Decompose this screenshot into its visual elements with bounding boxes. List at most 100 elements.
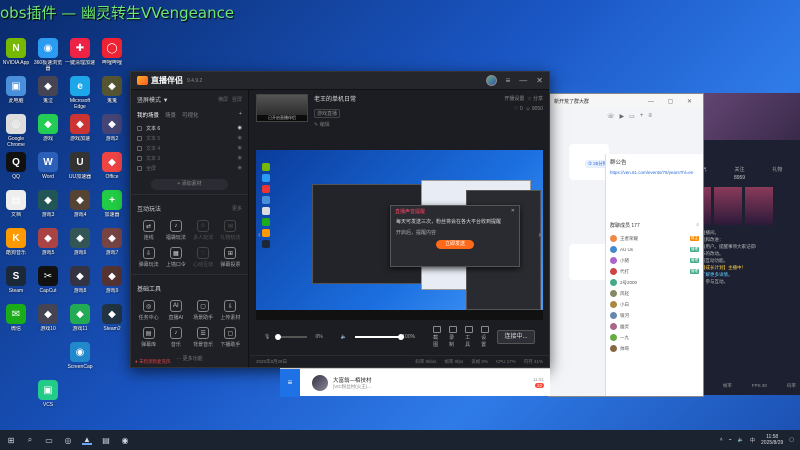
clock[interactable]: 11:58 2025/8/29 [761, 434, 783, 446]
send-now-button[interactable]: 立即发送 [436, 240, 474, 249]
popup-link[interactable]: 开启后，提醒内容 [391, 229, 519, 236]
desktop-icon[interactable]: ◉ ScreenCap [64, 342, 96, 376]
control-button[interactable]: 截图 [433, 326, 442, 348]
speaker-volume-slider[interactable] [354, 334, 404, 340]
eye-icon[interactable]: ◉ [238, 125, 242, 131]
close-icon[interactable]: ✕ [511, 208, 515, 214]
add-member-icon[interactable]: + [640, 113, 644, 119]
member-row[interactable]: 代打 管理 [606, 266, 703, 277]
gift-thumb[interactable] [714, 187, 742, 225]
notification-icon[interactable]: ▢ [789, 437, 794, 443]
chevron-up-icon[interactable]: ˄ [720, 437, 723, 443]
search-icon[interactable]: ⌕ [696, 222, 699, 229]
task-view-icon[interactable]: ▭ [44, 435, 54, 445]
desktop-icon[interactable]: ◆ 游戏4 [64, 190, 96, 224]
scene-item[interactable]: 文本 4 ◉ [137, 143, 242, 153]
room-cover[interactable]: 已开启直播伴侣 [256, 94, 308, 122]
checkbox[interactable] [137, 145, 142, 151]
input-language[interactable]: 中 [750, 437, 755, 444]
scene-item[interactable]: 文本 3 ◉ [137, 153, 242, 163]
mode-tag-portrait[interactable]: 竖屏 [232, 96, 242, 103]
windows-start-icon[interactable]: ⊞ [6, 435, 16, 445]
tool-button[interactable]: ♡ 心动互动 [190, 247, 217, 268]
tool-button[interactable]: ▤ 弹幕库 [135, 327, 162, 348]
desktop-icon[interactable]: Q QQ [0, 152, 32, 186]
member-row[interactable]: 幽灵 [606, 321, 703, 332]
tool-button[interactable]: ⇩ 弹幕玩法 [135, 247, 162, 268]
member-row[interactable]: 帅哥 [606, 343, 703, 354]
message-notification[interactable]: ≡ 大富翁—栢技村 [VIC粉丝村(火王)... 11:51 22 [280, 368, 550, 397]
checkbox[interactable] [137, 165, 142, 171]
desktop-icon[interactable]: ✉ 微信 [0, 304, 32, 338]
desktop-icon[interactable]: ◉ 360极速浏览器 [32, 38, 64, 72]
mode-selector[interactable]: 竖屏模式 ▼ 横屏 竖屏 [131, 90, 248, 109]
member-row[interactable]: 王者荣耀 群主 [606, 233, 703, 244]
desktop-icon[interactable]: ✚ 一键清理加速 [64, 38, 96, 72]
screen-share-icon[interactable]: ▭ [629, 113, 635, 120]
desktop-icon[interactable]: ◆ 鬼鬼 [96, 76, 128, 110]
control-button[interactable]: 设置 [481, 326, 490, 348]
gift-thumb[interactable] [745, 187, 773, 225]
edit-room-button[interactable]: ✎ 编辑 [314, 121, 356, 128]
close-icon[interactable]: ✕ [536, 76, 543, 85]
eye-icon[interactable]: ◉ [238, 155, 242, 161]
start-live-button[interactable]: 连接中... [497, 330, 536, 344]
scene-item[interactable]: 文本 6 ◉ [137, 123, 242, 133]
member-row[interactable]: 小猪 管理 [606, 255, 703, 266]
desktop-icon[interactable]: ▤ 文档 [0, 190, 32, 224]
mic-volume-knob[interactable] [275, 334, 282, 340]
menu-icon[interactable]: ≡ [280, 369, 300, 397]
tool-button[interactable]: AI 直播AI [162, 300, 189, 321]
menu-icon[interactable]: ≡ [506, 76, 511, 85]
desktop-icon[interactable]: U UU加速器 [64, 152, 96, 186]
desktop-icon[interactable]: ▣ VCS [32, 380, 64, 414]
add-scene-icon[interactable]: + [239, 111, 242, 119]
desktop-icon[interactable]: + 加速器 [96, 190, 128, 224]
member-row[interactable]: 风轻 [606, 288, 703, 299]
tab-my-scenes[interactable]: 我的场景 [137, 111, 159, 119]
desktop-icon[interactable]: ◆ 游戏6 [64, 228, 96, 262]
tool-button[interactable]: ☰ 背景音乐 [190, 327, 217, 348]
speaker-volume-knob[interactable] [397, 334, 404, 340]
tool-button[interactable]: ⇄ 连线 [135, 220, 162, 241]
speaker-icon[interactable]: 🔈 [341, 334, 347, 340]
desktop-icon[interactable]: ◆ 游戏11 [64, 304, 96, 338]
desktop-icon[interactable]: ◆ 游戏3 [32, 190, 64, 224]
tab-visual[interactable]: 可视化 [182, 111, 199, 119]
desktop-icon[interactable]: N NVIDIA App [0, 38, 32, 72]
folder-icon[interactable]: ▤ [101, 435, 111, 445]
desktop-icon[interactable]: S Steam [0, 266, 32, 300]
desktop-icon[interactable]: ◆ Office [96, 152, 128, 186]
member-row[interactable]: 银河 [606, 310, 703, 321]
chevron-right-icon[interactable]: › [538, 230, 541, 239]
desktop-icon[interactable]: ◯ 哔哩哔哩 [96, 38, 128, 72]
desktop-icon[interactable]: ◆ 游戏8 [64, 266, 96, 300]
desktop-icon[interactable]: ◆ 游戏2 [96, 114, 128, 148]
tool-button[interactable]: ▢ 下播助手 [217, 327, 244, 348]
member-row[interactable]: 2号2000 [606, 277, 703, 288]
control-button[interactable]: 录制 [449, 326, 458, 348]
chrome-icon[interactable]: ◎ [63, 435, 73, 445]
desktop-icon[interactable]: ◆ 游戏7 [96, 228, 128, 262]
desktop-icon[interactable]: e Microsoft Edge [64, 76, 96, 110]
more-icon[interactable]: ≡ [648, 113, 652, 119]
control-button[interactable]: 工具 [465, 326, 474, 348]
desktop-icon[interactable]: ◆ 游戏5 [32, 228, 64, 262]
message-bubble[interactable] [569, 244, 609, 280]
desktop-icon[interactable]: ◆ Steam2 [96, 304, 128, 338]
desktop-icon[interactable]: ▣ 此电脑 [0, 76, 32, 110]
live-settings-button[interactable]: 开播设置 [504, 96, 524, 102]
eye-icon[interactable]: ◉ [238, 135, 242, 141]
tool-button[interactable]: ☺ 多人玩法 [190, 220, 217, 241]
avatar[interactable] [485, 75, 497, 86]
tool-button[interactable]: ✉ 礼物玩法 [217, 220, 244, 241]
share-button[interactable]: ☆ 分享 [527, 96, 543, 102]
tool-button[interactable]: ▢ 场景助手 [190, 300, 217, 321]
add-source-button[interactable]: + 添加素材 [151, 179, 228, 190]
eye-icon[interactable]: ◉ [238, 165, 242, 171]
desktop-icon[interactable]: K 酷狗音乐 [0, 228, 32, 262]
desktop-icon[interactable]: W Word [32, 152, 64, 186]
checkbox[interactable] [137, 155, 142, 161]
video-icon[interactable]: ▶ [620, 113, 625, 120]
desktop-icon[interactable]: ✂ CapCut [32, 266, 64, 300]
